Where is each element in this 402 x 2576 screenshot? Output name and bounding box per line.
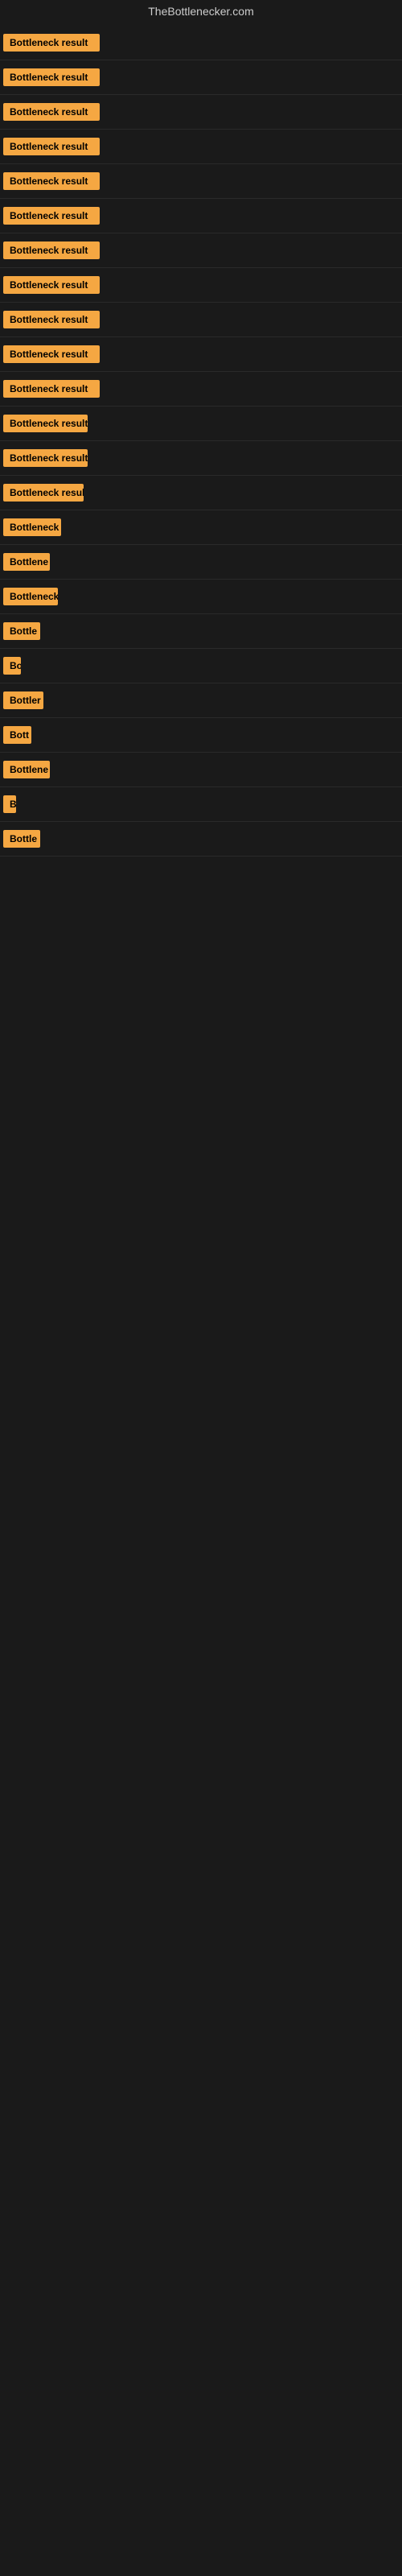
list-item: Bottleneck result — [0, 268, 402, 303]
bottleneck-result-badge[interactable]: Bottleneck result — [3, 484, 84, 502]
bottleneck-result-badge[interactable]: Bottleneck r — [3, 518, 61, 536]
bottleneck-result-badge[interactable]: Bottleneck result — [3, 103, 100, 121]
list-item: Bott — [0, 718, 402, 753]
bottleneck-result-badge[interactable]: Bottleneck result — [3, 415, 88, 432]
list-item: Bottleneck result — [0, 337, 402, 372]
list-item: B — [0, 787, 402, 822]
bottleneck-result-badge[interactable]: Bott — [3, 726, 31, 744]
bottleneck-result-badge[interactable]: Bottleneck result — [3, 380, 100, 398]
list-item: Bottleneck result — [0, 441, 402, 476]
list-item: Bo — [0, 649, 402, 683]
bottleneck-result-badge[interactable]: Bottleneck result — [3, 449, 88, 467]
bottleneck-result-badge[interactable]: Bottlene — [3, 553, 50, 571]
list-item: Bottleneck result — [0, 233, 402, 268]
bottleneck-result-badge[interactable]: Bottleneck result — [3, 138, 100, 155]
list-item: Bottleneck result — [0, 95, 402, 130]
bottleneck-result-badge[interactable]: Bottleneck result — [3, 34, 100, 52]
list-item: Bottleneck result — [0, 199, 402, 233]
bottleneck-result-badge[interactable]: Bottlene — [3, 761, 50, 778]
list-item: Bottleneck result — [0, 60, 402, 95]
bottleneck-result-badge[interactable]: Bottleneck result — [3, 276, 100, 294]
bottleneck-result-badge[interactable]: Bottle — [3, 622, 40, 640]
list-item: Bottleneck result — [0, 476, 402, 510]
list-item: Bottlene — [0, 753, 402, 787]
list-item: Bottleneck result — [0, 26, 402, 60]
list-item: Bottleneck r — [0, 510, 402, 545]
list-item: Bottle — [0, 822, 402, 857]
site-title: TheBottlenecker.com — [0, 0, 402, 26]
list-item: Bottlene — [0, 545, 402, 580]
list-item: Bottleneck result — [0, 164, 402, 199]
list-item: Bottleneck result — [0, 303, 402, 337]
list-item: Bottleneck result — [0, 372, 402, 407]
list-item: Bottleneck — [0, 580, 402, 614]
bottleneck-result-badge[interactable]: Bottleneck result — [3, 242, 100, 259]
list-item: Bottle — [0, 614, 402, 649]
list-item: Bottleneck result — [0, 130, 402, 164]
bottleneck-result-badge[interactable]: Bottleneck result — [3, 68, 100, 86]
list-item: Bottler — [0, 683, 402, 718]
bottleneck-result-badge[interactable]: Bottleneck result — [3, 207, 100, 225]
bottleneck-result-badge[interactable]: Bottle — [3, 830, 40, 848]
bottleneck-result-badge[interactable]: Bottleneck result — [3, 345, 100, 363]
bottleneck-result-badge[interactable]: Bottleneck result — [3, 172, 100, 190]
bottleneck-result-badge[interactable]: Bottler — [3, 691, 43, 709]
bottleneck-result-badge[interactable]: B — [3, 795, 16, 813]
bottleneck-result-badge[interactable]: Bo — [3, 657, 21, 675]
bottleneck-result-badge[interactable]: Bottleneck result — [3, 311, 100, 328]
bottleneck-result-badge[interactable]: Bottleneck — [3, 588, 58, 605]
list-item: Bottleneck result — [0, 407, 402, 441]
